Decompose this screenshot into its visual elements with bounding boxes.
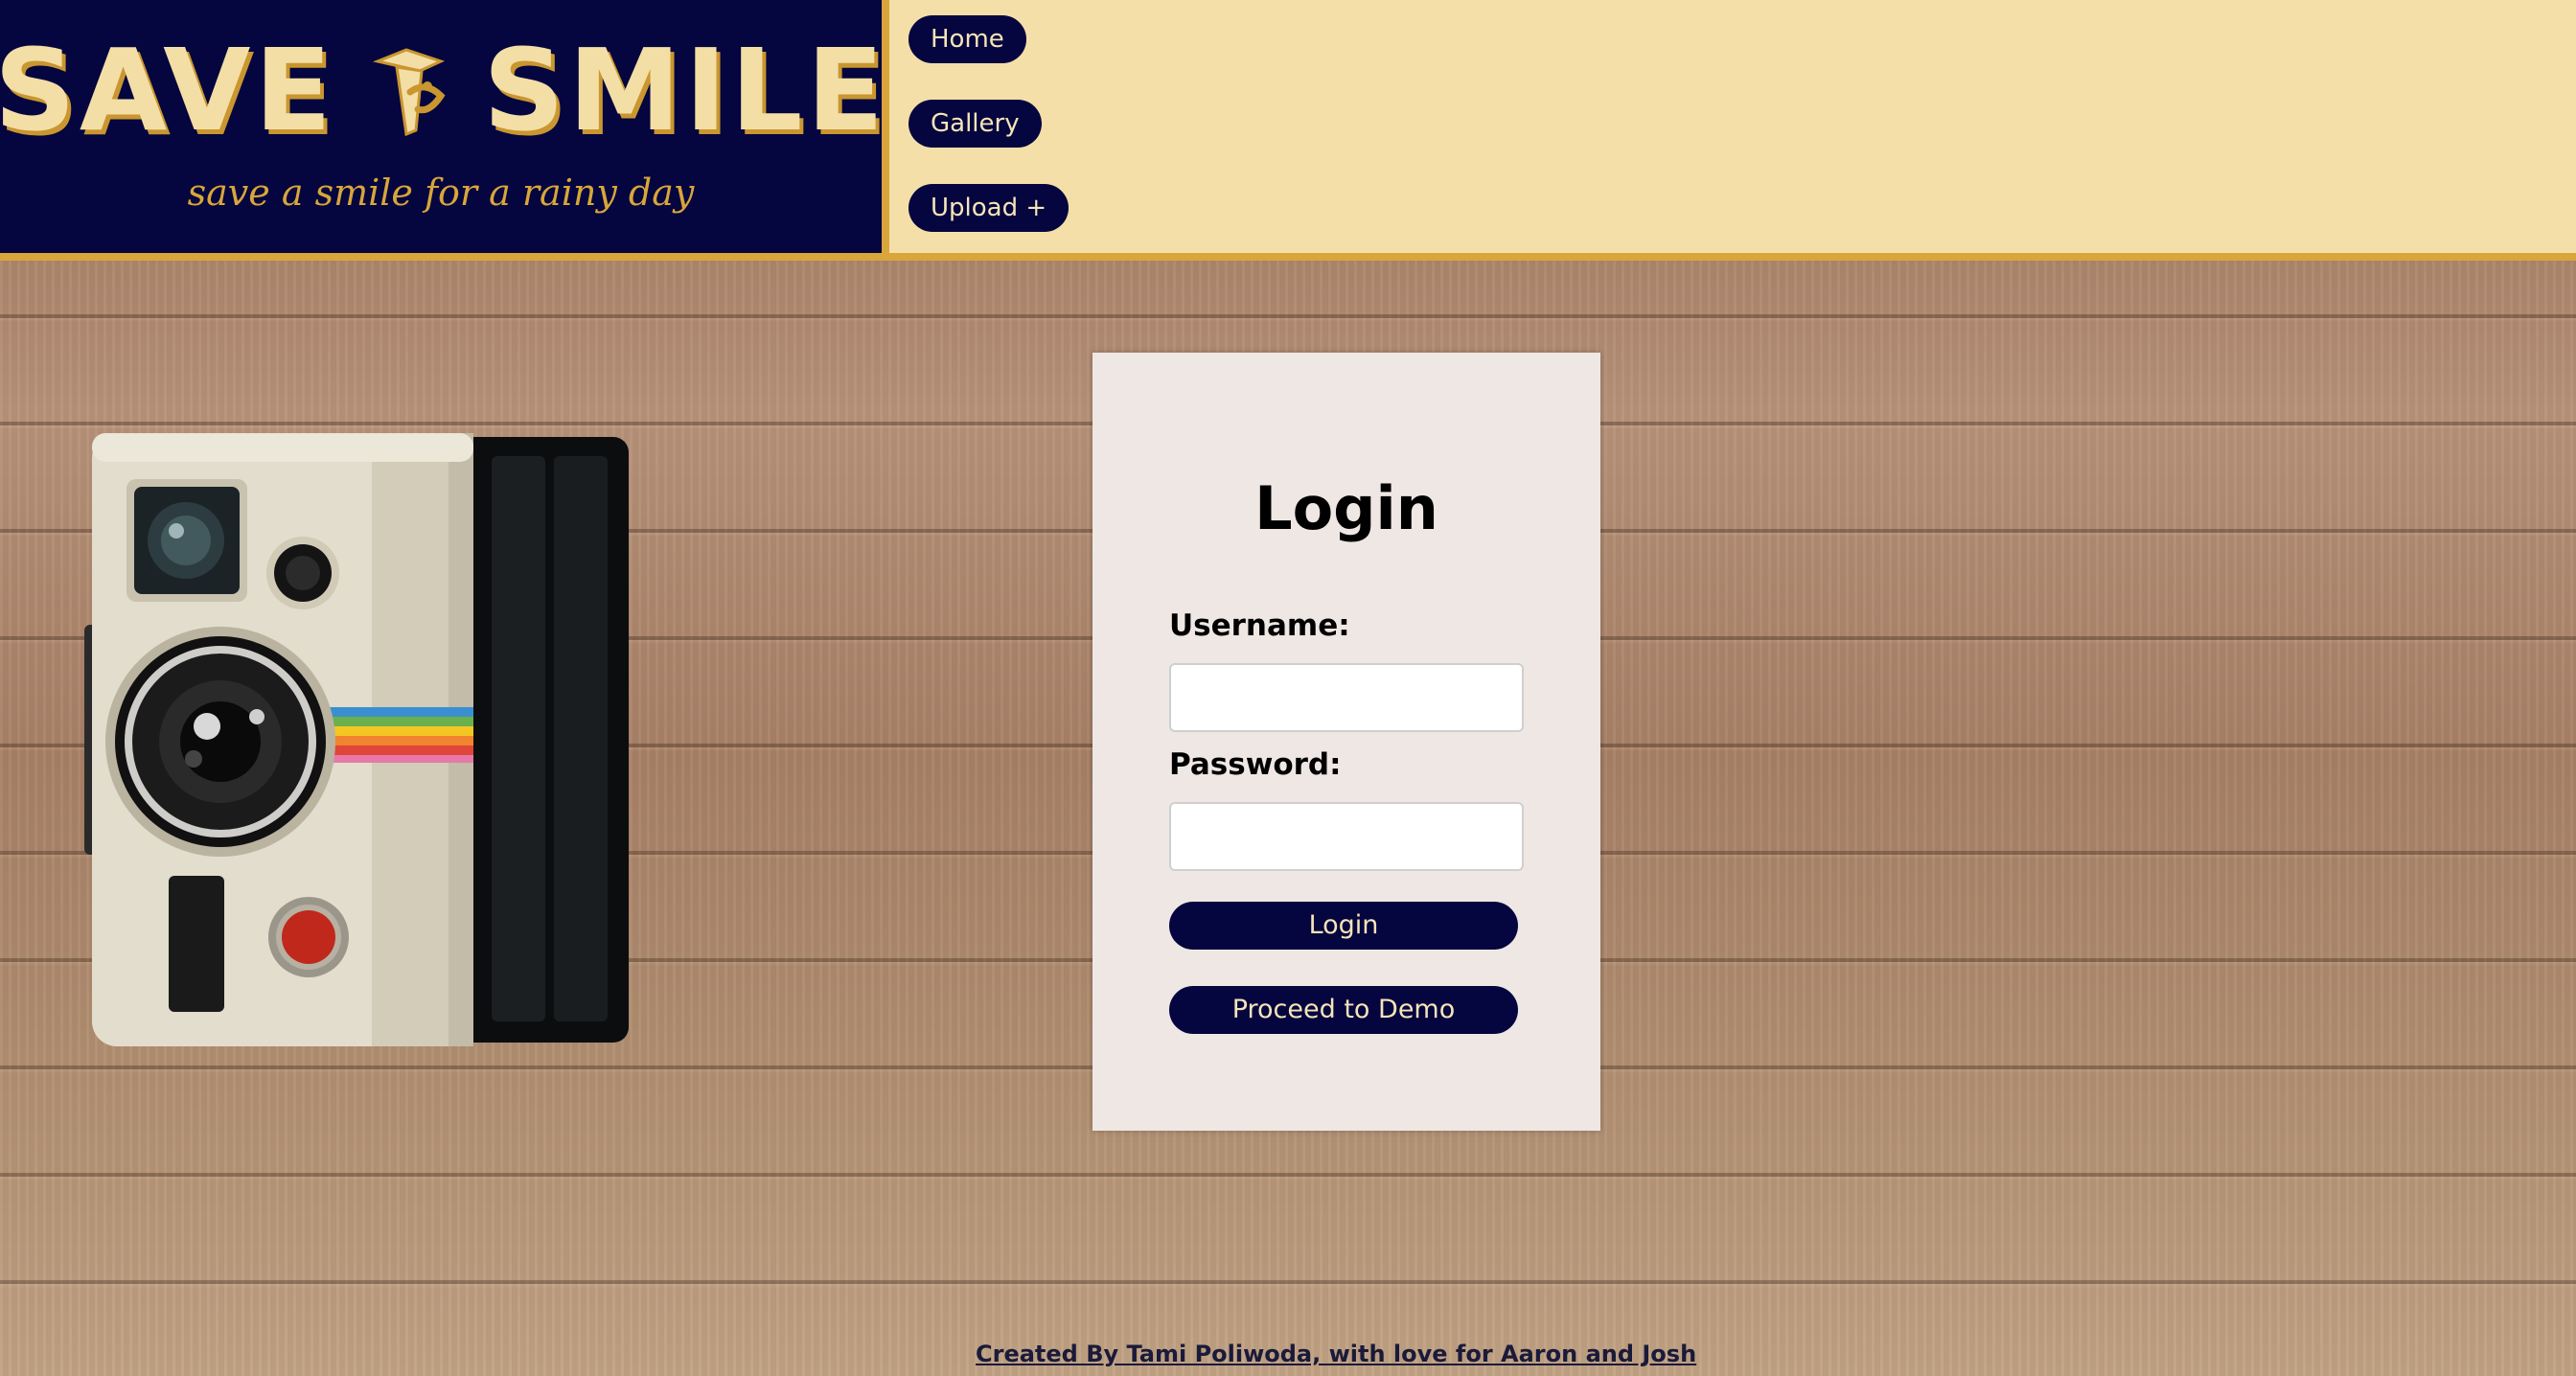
logo[interactable]: SAVE SMILE xyxy=(0,34,887,147)
site-header: SAVE SMILE save a smile for a rainy day … xyxy=(0,0,2576,261)
nav-home-button[interactable]: Home xyxy=(908,15,1026,63)
nav-upload-button[interactable]: Upload + xyxy=(908,184,1070,232)
login-button[interactable]: Login xyxy=(1169,902,1518,950)
smile-cone-icon xyxy=(373,48,446,137)
login-card: Login Username: Password: Login Proceed … xyxy=(1092,353,1600,1131)
instant-camera-icon xyxy=(84,433,629,1046)
main-nav: Home Gallery Upload + xyxy=(889,0,2576,253)
password-input[interactable] xyxy=(1169,802,1524,871)
nav-gallery-button[interactable]: Gallery xyxy=(908,100,1042,148)
logo-title-left: SAVE xyxy=(0,24,336,156)
proceed-to-demo-button[interactable]: Proceed to Demo xyxy=(1169,986,1518,1034)
footer-credit[interactable]: Created By Tami Poliwoda, with love for … xyxy=(976,1341,1696,1367)
login-title: Login xyxy=(1254,473,1438,543)
brand-panel: SAVE SMILE save a smile for a rainy day xyxy=(0,0,889,253)
tagline: save a smile for a rainy day xyxy=(187,172,695,214)
logo-title-right: SMILE xyxy=(483,24,888,156)
password-label: Password: xyxy=(1169,747,1342,782)
username-label: Username: xyxy=(1169,608,1350,643)
username-input[interactable] xyxy=(1169,663,1524,732)
